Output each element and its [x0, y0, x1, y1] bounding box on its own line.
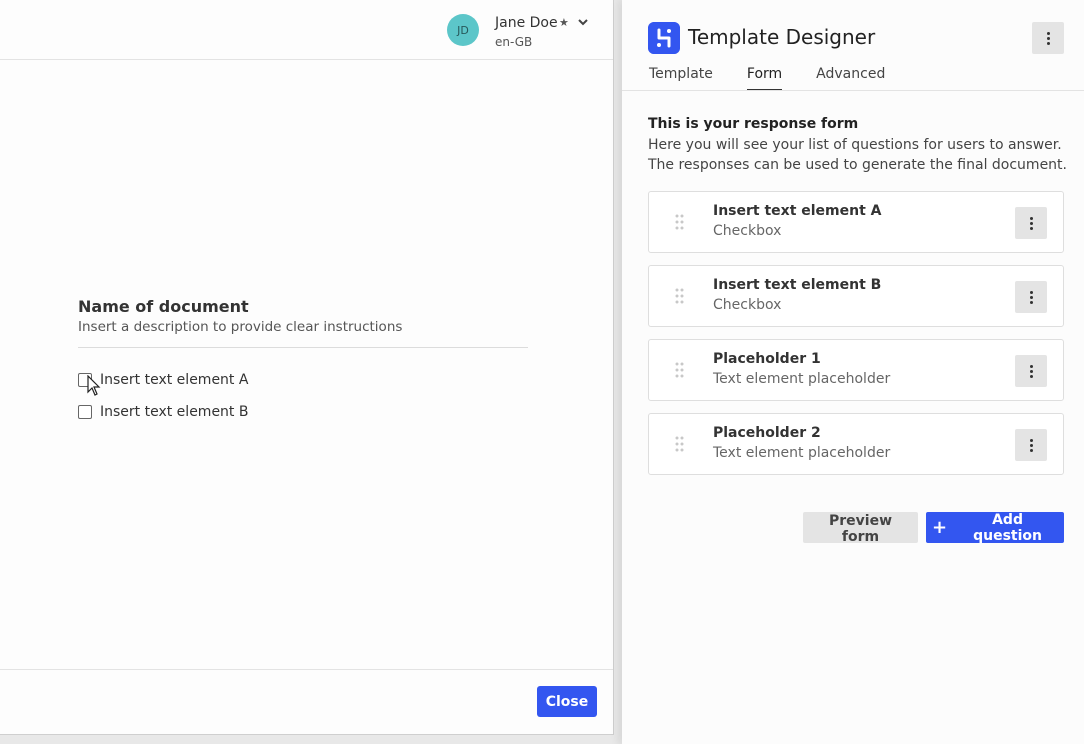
kebab-menu-icon[interactable]	[1032, 22, 1064, 54]
plus-icon: +	[932, 516, 948, 538]
tab-advanced[interactable]: Advanced	[816, 66, 885, 90]
kebab-menu-icon[interactable]	[1015, 355, 1047, 387]
tab-form[interactable]: Form	[746, 66, 783, 91]
question-title: Placeholder 1	[713, 351, 821, 367]
question-card[interactable]: Placeholder 2 Text element placeholder	[648, 413, 1064, 475]
divider	[622, 90, 1084, 91]
question-card[interactable]: Placeholder 1 Text element placeholder	[648, 339, 1064, 401]
question-card[interactable]: Insert text element B Checkbox	[648, 265, 1064, 327]
star-icon: ★	[559, 16, 569, 29]
chevron-down-icon[interactable]	[577, 16, 589, 28]
app-title: Template Designer	[688, 25, 876, 49]
kebab-menu-icon[interactable]	[1015, 281, 1047, 313]
add-question-button[interactable]: + Add question	[926, 511, 1064, 544]
question-type: Checkbox	[713, 223, 782, 239]
drag-handle-icon[interactable]	[675, 214, 685, 230]
question-title: Insert text element A	[713, 203, 882, 219]
divider	[78, 347, 528, 348]
document-header: JD Jane Doe ★ en-GB	[0, 0, 613, 60]
document-pane: JD Jane Doe ★ en-GB Name of document Ins…	[0, 0, 614, 735]
kebab-menu-icon[interactable]	[1015, 207, 1047, 239]
document-footer	[0, 669, 613, 735]
drag-handle-icon[interactable]	[675, 436, 685, 452]
checkbox-label[interactable]: Insert text element A	[100, 372, 248, 388]
question-type: Checkbox	[713, 297, 782, 313]
drag-handle-icon[interactable]	[675, 288, 685, 304]
add-question-label: Add question	[973, 511, 1042, 544]
tab-bar: Template Form Advanced	[649, 66, 919, 91]
template-designer-panel: Template Designer Template Form Advanced…	[622, 0, 1084, 744]
avatar[interactable]: JD	[447, 14, 479, 46]
document-content: Name of document Insert a description to…	[78, 297, 528, 422]
checkbox-label[interactable]: Insert text element B	[100, 404, 248, 420]
user-name[interactable]: Jane Doe	[495, 15, 558, 31]
checkbox-row[interactable]: Insert text element A	[78, 370, 528, 390]
question-type: Text element placeholder	[713, 371, 891, 387]
preview-form-button[interactable]: Preview form	[803, 512, 918, 545]
question-card[interactable]: Insert text element A Checkbox	[648, 191, 1064, 253]
checkbox[interactable]	[78, 405, 92, 419]
close-button[interactable]: Close	[537, 686, 597, 717]
kebab-menu-icon[interactable]	[1015, 429, 1047, 461]
section-title: This is your response form	[648, 116, 859, 132]
section-description: Here you will see your list of questions…	[648, 137, 1067, 173]
cursor-icon	[87, 375, 101, 396]
app-logo-icon	[648, 22, 680, 54]
question-title: Placeholder 2	[713, 425, 821, 441]
tab-template[interactable]: Template	[649, 66, 713, 90]
document-description: Insert a description to provide clear in…	[78, 319, 403, 335]
checkbox-row[interactable]: Insert text element B	[78, 402, 528, 422]
question-type: Text element placeholder	[713, 445, 891, 461]
drag-handle-icon[interactable]	[675, 362, 685, 378]
document-title: Name of document	[78, 297, 249, 316]
user-locale: en-GB	[495, 35, 533, 49]
question-title: Insert text element B	[713, 277, 882, 293]
